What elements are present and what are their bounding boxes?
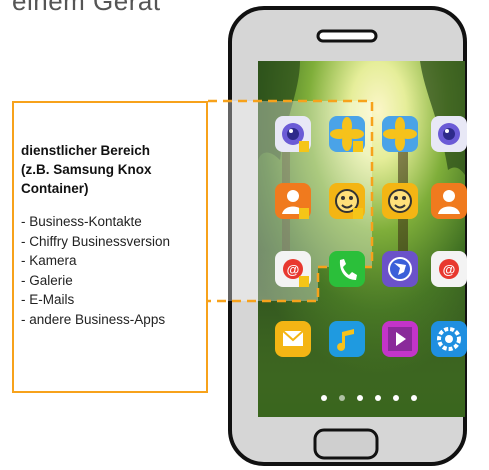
callout-title-line3: Container) [21, 181, 89, 196]
svg-text:@: @ [443, 262, 456, 277]
phone-icon [329, 251, 365, 287]
list-item: - Chiffry Businessversion [21, 233, 171, 249]
list-item: - andere Business-Apps [21, 311, 166, 327]
contacts-icon-secure [275, 183, 311, 219]
chiffry-icon [382, 183, 418, 219]
music-icon [329, 321, 365, 357]
list-item: - Galerie [21, 272, 73, 288]
internet-icon [382, 251, 418, 287]
home-button [313, 428, 379, 460]
contacts-icon [431, 183, 467, 219]
video-icon [382, 321, 418, 357]
speaker-slot [316, 29, 378, 43]
camera-icon [431, 116, 467, 152]
callout-list: - Business-Kontakte - Chiffry Businessve… [21, 212, 200, 329]
list-item: - Business-Kontakte [21, 214, 142, 229]
callout-title: dienstlicher Bereich (z.B. Samsung Knox … [21, 141, 200, 198]
callout-title-line2: (z.B. Samsung Knox [21, 162, 152, 177]
gallery-icon-secure [329, 116, 365, 152]
messages-icon [275, 321, 311, 357]
list-item: - E-Mails [21, 292, 75, 307]
list-item: - Kamera [21, 253, 77, 268]
callout-title-line1: dienstlicher Bereich [21, 143, 151, 158]
email-icon-secure: @ [275, 251, 311, 287]
email-icon: @ [431, 251, 467, 287]
camera-icon-secure [275, 116, 311, 152]
chiffry-icon-secure [329, 183, 365, 219]
gallery-icon [382, 116, 418, 152]
callout-box: dienstlicher Bereich (z.B. Samsung Knox … [12, 101, 208, 393]
svg-text:@: @ [287, 262, 300, 277]
settings-icon [431, 321, 467, 357]
